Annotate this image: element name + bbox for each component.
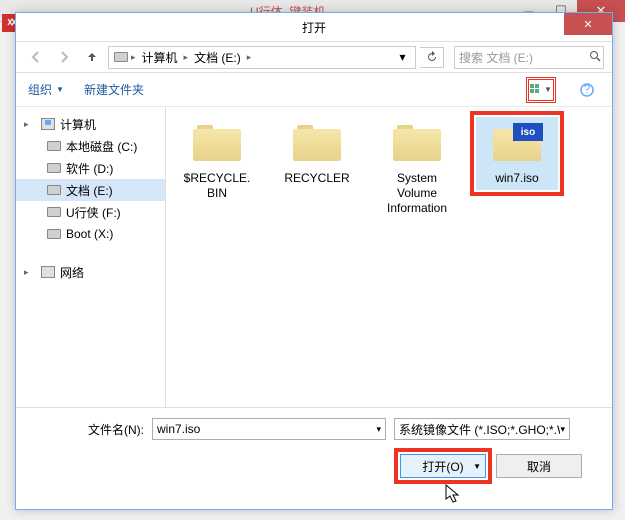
chevron-down-icon[interactable]: ▾ bbox=[376, 424, 381, 435]
dialog-bottom-panel: 文件名(N): win7.iso ▾ 系统镜像文件 (*.ISO;*.GHO;*… bbox=[16, 407, 612, 503]
new-folder-button[interactable]: 新建文件夹 bbox=[84, 81, 144, 98]
expand-icon[interactable]: ▸ bbox=[24, 267, 36, 278]
filename-input[interactable]: win7.iso ▾ bbox=[152, 418, 386, 440]
folder-icon bbox=[289, 121, 345, 165]
network-icon bbox=[40, 264, 56, 280]
forward-button[interactable] bbox=[52, 45, 76, 69]
search-icon[interactable] bbox=[589, 50, 601, 65]
toolbar: 组织▼ 新建文件夹 ▼ ? bbox=[16, 73, 612, 107]
search-input[interactable]: 搜索 文档 (E:) bbox=[454, 46, 604, 69]
dialog-titlebar: 打开 ✕ bbox=[16, 13, 612, 41]
chevron-right-icon: ▸ bbox=[184, 52, 189, 63]
organize-menu[interactable]: 组织▼ bbox=[28, 81, 64, 98]
tree-drive-f[interactable]: U行侠 (F:) bbox=[16, 201, 165, 223]
drive-icon bbox=[46, 204, 62, 220]
navigation-tree: ▸ 计算机 本地磁盘 (C:) 软件 (D:) 文档 (E:) U行侠 (F:)… bbox=[16, 107, 166, 407]
computer-icon bbox=[40, 116, 56, 132]
drive-icon bbox=[46, 182, 62, 198]
file-list[interactable]: $RECYCLE.BIN RECYCLER System Volume Info… bbox=[166, 107, 612, 407]
iso-file-icon: iso bbox=[489, 121, 545, 165]
tree-drive-e[interactable]: 文档 (E:) bbox=[16, 179, 165, 201]
open-file-dialog: 打开 ✕ ▸ 计算机 ▸ 文档 (E:) ▸ ▾ 搜索 文档 (E:) 组织▼ … bbox=[15, 12, 613, 510]
file-label: RECYCLER bbox=[284, 171, 349, 186]
open-button[interactable]: 打开(O) ▼ bbox=[400, 454, 486, 478]
split-button-arrow[interactable]: ▼ bbox=[473, 462, 481, 471]
expand-icon[interactable]: ▸ bbox=[24, 119, 36, 130]
tree-computer[interactable]: ▸ 计算机 bbox=[16, 113, 165, 135]
tree-network[interactable]: ▸ 网络 bbox=[16, 261, 165, 283]
drive-icon bbox=[46, 160, 62, 176]
breadcrumb[interactable]: ▸ 计算机 ▸ 文档 (E:) ▸ ▾ bbox=[108, 46, 416, 69]
file-label: win7.iso bbox=[495, 171, 538, 186]
tree-drive-c[interactable]: 本地磁盘 (C:) bbox=[16, 135, 165, 157]
file-label: $RECYCLE.BIN bbox=[180, 171, 254, 201]
chevron-right-icon: ▸ bbox=[247, 52, 252, 63]
chevron-down-icon[interactable]: ▾ bbox=[560, 424, 565, 435]
back-button[interactable] bbox=[24, 45, 48, 69]
file-item-folder[interactable]: RECYCLER bbox=[276, 117, 358, 190]
tree-drive-x[interactable]: Boot (X:) bbox=[16, 223, 165, 245]
breadcrumb-computer[interactable]: 计算机 bbox=[138, 49, 182, 66]
dialog-title: 打开 bbox=[302, 19, 326, 36]
folder-icon bbox=[189, 121, 245, 165]
content-area: ▸ 计算机 本地磁盘 (C:) 软件 (D:) 文档 (E:) U行侠 (F:)… bbox=[16, 107, 612, 407]
filetype-filter[interactable]: 系统镜像文件 (*.ISO;*.GHO;*.W ▾ bbox=[394, 418, 570, 440]
breadcrumb-drive[interactable]: 文档 (E:) bbox=[190, 49, 245, 66]
folder-icon bbox=[389, 121, 445, 165]
search-placeholder: 搜索 文档 (E:) bbox=[459, 49, 533, 66]
filename-label: 文件名(N): bbox=[32, 421, 144, 438]
view-options-button[interactable]: ▼ bbox=[528, 79, 554, 101]
svg-text:?: ? bbox=[584, 83, 591, 96]
file-label: System Volume Information bbox=[380, 171, 454, 216]
dialog-close-button[interactable]: ✕ bbox=[564, 13, 612, 35]
help-button[interactable]: ? bbox=[574, 79, 600, 101]
up-button[interactable] bbox=[80, 45, 104, 69]
breadcrumb-dropdown[interactable]: ▾ bbox=[393, 47, 411, 68]
file-item-iso[interactable]: iso win7.iso bbox=[476, 117, 558, 190]
drive-icon bbox=[46, 226, 62, 242]
refresh-button[interactable] bbox=[420, 47, 444, 68]
address-bar: ▸ 计算机 ▸ 文档 (E:) ▸ ▾ 搜索 文档 (E:) bbox=[16, 41, 612, 73]
drive-icon bbox=[46, 138, 62, 154]
file-item-folder[interactable]: $RECYCLE.BIN bbox=[176, 117, 258, 205]
drive-icon bbox=[113, 49, 129, 65]
chevron-right-icon: ▸ bbox=[131, 52, 136, 63]
cancel-button[interactable]: 取消 bbox=[496, 454, 582, 478]
tree-drive-d[interactable]: 软件 (D:) bbox=[16, 157, 165, 179]
file-item-folder[interactable]: System Volume Information bbox=[376, 117, 458, 220]
